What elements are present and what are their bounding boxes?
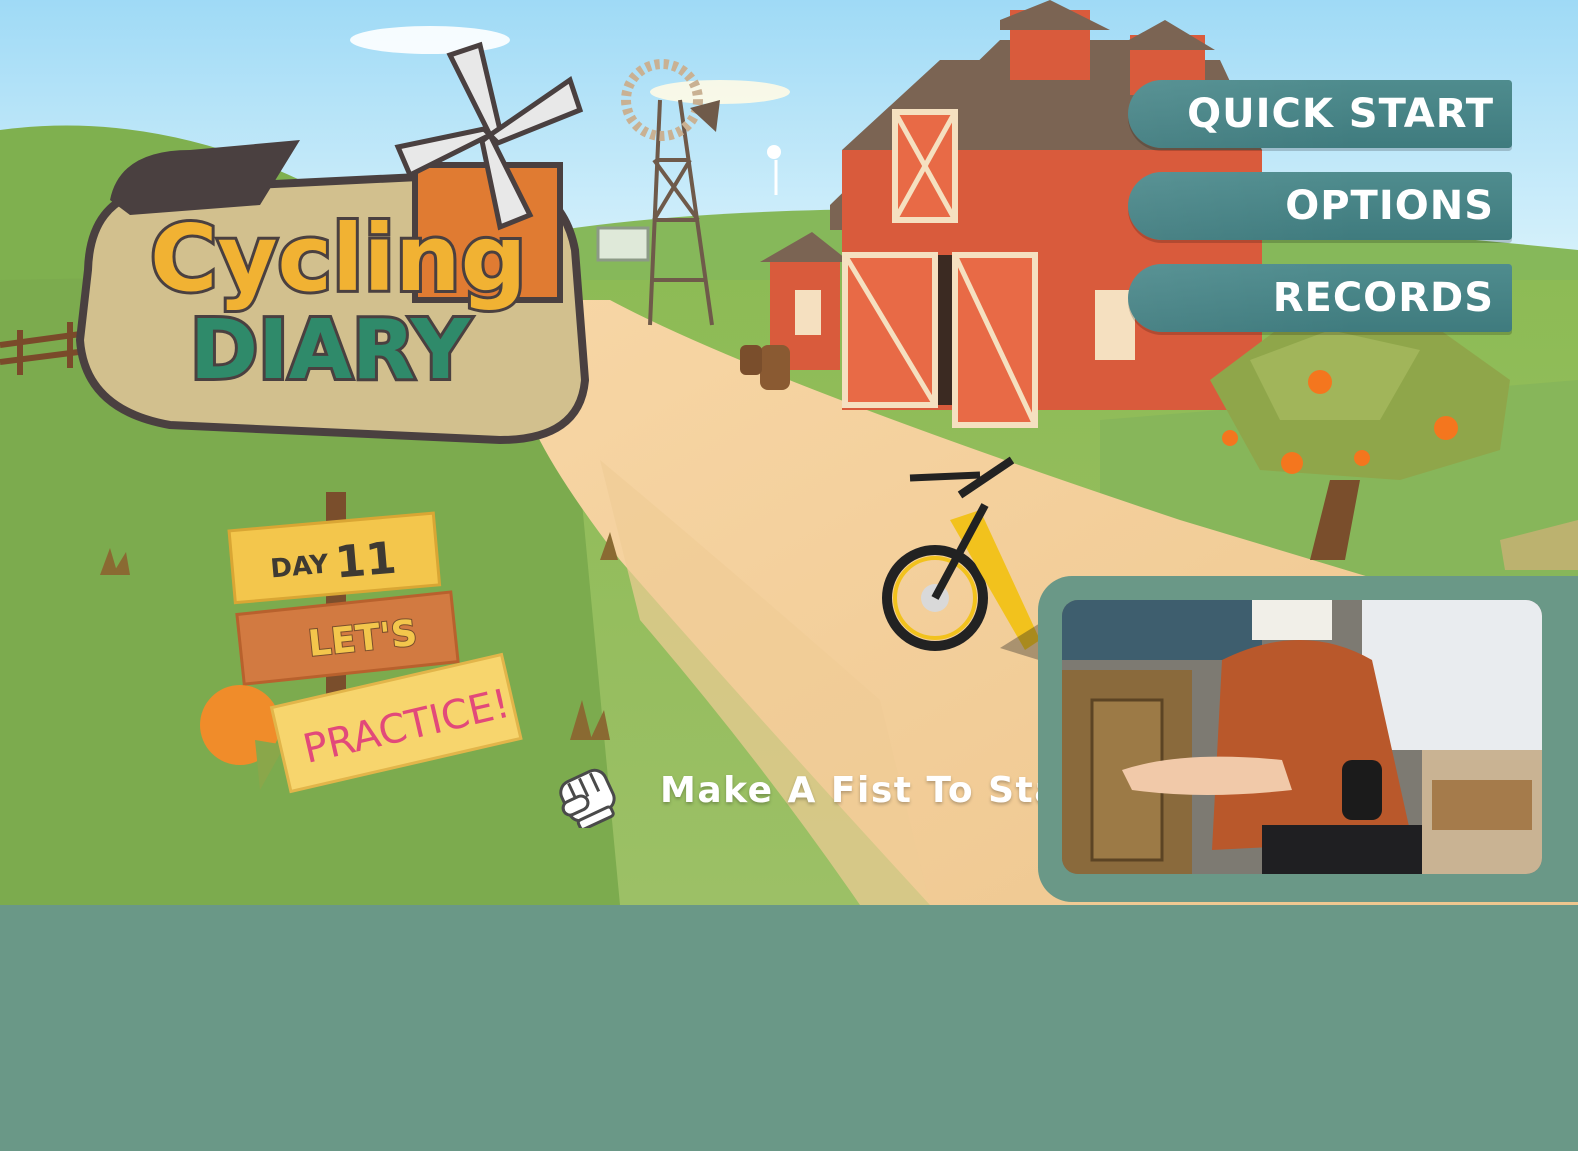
logo-line2: DIARY: [190, 303, 472, 398]
quick-start-button[interactable]: QUICK START: [1128, 80, 1512, 148]
camera-preview-frame: [1038, 576, 1578, 902]
sign-day-label: DAY: [269, 549, 331, 584]
fist-icon: [559, 768, 616, 828]
records-button[interactable]: RECORDS: [1128, 264, 1512, 332]
prompt-text: Make A Fist To Star: [660, 769, 1080, 811]
sign-day-number: 11: [333, 533, 398, 589]
start-prompt: Make A Fist To Star: [552, 752, 1079, 828]
camera-feed: [1062, 600, 1542, 874]
logo-line1: Cycling: [150, 205, 526, 312]
options-button[interactable]: OPTIONS: [1128, 172, 1512, 240]
camera-image: [1062, 600, 1542, 874]
main-menu: QUICK START OPTIONS RECORDS: [1128, 80, 1512, 356]
